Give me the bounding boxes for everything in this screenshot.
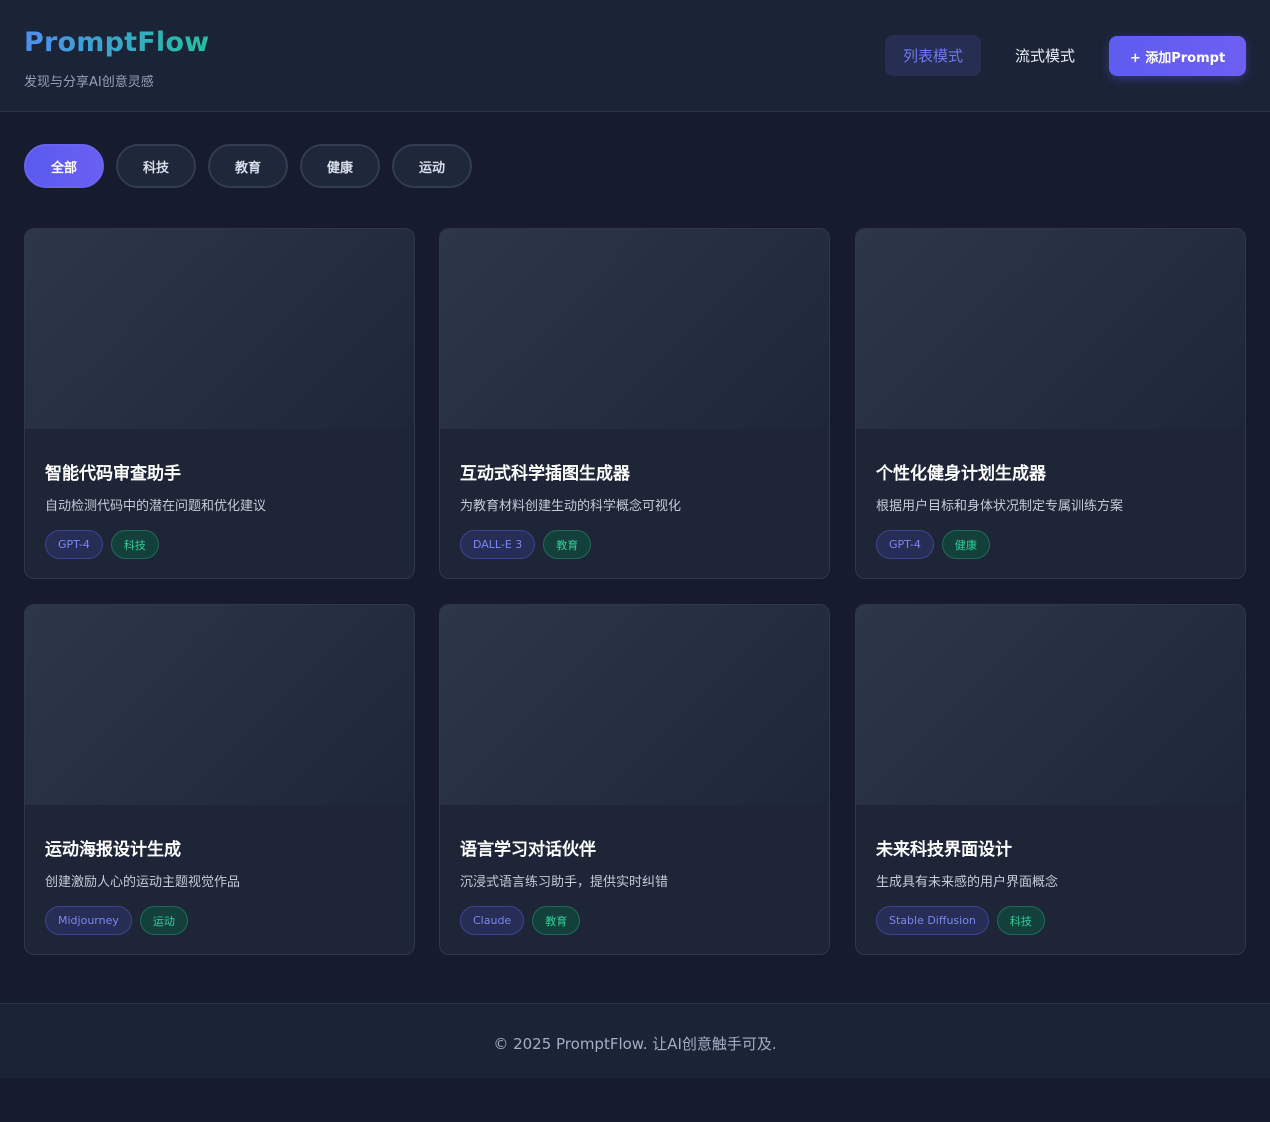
card-tags: GPT-4 科技	[45, 530, 159, 559]
card-thumbnail	[856, 605, 1245, 805]
card-tags: Stable Diffusion 科技	[876, 906, 1045, 935]
model-tag: GPT-4	[45, 530, 103, 559]
prompt-card[interactable]: 未来科技界面设计 生成具有未来感的用户界面概念 Stable Diffusion…	[855, 604, 1246, 955]
category-tag: 健康	[941, 530, 990, 559]
model-tag: Claude	[460, 906, 525, 935]
app-title[interactable]: PromptFlow	[24, 27, 209, 58]
add-prompt-button[interactable]: + 添加Prompt	[1109, 36, 1246, 76]
card-title: 智能代码审查助手	[45, 464, 181, 484]
card-thumbnail	[440, 229, 829, 429]
filter-tech[interactable]: 科技	[116, 144, 196, 188]
card-thumbnail	[25, 605, 414, 805]
filter-education[interactable]: 教育	[208, 144, 288, 188]
card-tags: GPT-4 健康	[876, 530, 990, 559]
prompt-card[interactable]: 语言学习对话伙伴 沉浸式语言练习助手，提供实时纠错 Claude 教育	[439, 604, 830, 955]
filter-sports[interactable]: 运动	[392, 144, 472, 188]
card-description: 沉浸式语言练习助手，提供实时纠错	[460, 875, 669, 890]
card-description: 为教育材料创建生动的科学概念可视化	[460, 499, 682, 514]
card-title: 个性化健身计划生成器	[876, 464, 1046, 484]
card-description: 自动检测代码中的潜在问题和优化建议	[45, 499, 267, 514]
prompt-card[interactable]: 互动式科学插图生成器 为教育材料创建生动的科学概念可视化 DALL-E 3 教育	[439, 228, 830, 579]
category-tag: 科技	[110, 530, 159, 559]
prompt-card[interactable]: 智能代码审查助手 自动检测代码中的潜在问题和优化建议 GPT-4 科技	[24, 228, 415, 579]
filter-health[interactable]: 健康	[300, 144, 380, 188]
app-header: PromptFlow 发现与分享AI创意灵感 列表模式 流式模式 + 添加Pro…	[0, 0, 1270, 112]
category-tag: 科技	[996, 906, 1045, 935]
app-subtitle: 发现与分享AI创意灵感	[24, 75, 154, 90]
card-title: 运动海报设计生成	[45, 840, 181, 860]
card-tags: Claude 教育	[460, 906, 581, 935]
category-tag: 运动	[139, 906, 188, 935]
category-tag: 教育	[532, 906, 581, 935]
model-tag: Midjourney	[45, 906, 132, 935]
model-tag: Stable Diffusion	[876, 906, 989, 935]
card-thumbnail	[25, 229, 414, 429]
card-thumbnail	[440, 605, 829, 805]
prompt-card[interactable]: 个性化健身计划生成器 根据用户目标和身体状况制定专属训练方案 GPT-4 健康	[855, 228, 1246, 579]
model-tag: DALL-E 3	[460, 530, 536, 559]
page-footer: © 2025 PromptFlow. 让AI创意触手可及.	[0, 1003, 1270, 1078]
card-description: 根据用户目标和身体状况制定专属训练方案	[876, 499, 1124, 514]
prompt-card[interactable]: 运动海报设计生成 创建激励人心的运动主题视觉作品 Midjourney 运动	[24, 604, 415, 955]
card-tags: DALL-E 3 教育	[460, 530, 592, 559]
card-title: 未来科技界面设计	[876, 840, 1012, 860]
model-tag: GPT-4	[876, 530, 934, 559]
list-mode-button[interactable]: 列表模式	[885, 35, 981, 76]
footer-copyright: © 2025 PromptFlow. 让AI创意触手可及.	[493, 1035, 777, 1053]
flow-mode-button[interactable]: 流式模式	[997, 35, 1093, 76]
card-tags: Midjourney 运动	[45, 906, 188, 935]
category-tag: 教育	[543, 530, 592, 559]
card-description: 创建激励人心的运动主题视觉作品	[45, 875, 241, 890]
card-description: 生成具有未来感的用户界面概念	[876, 875, 1059, 890]
card-title: 语言学习对话伙伴	[460, 840, 596, 860]
filter-all[interactable]: 全部	[24, 144, 104, 188]
card-thumbnail	[856, 229, 1245, 429]
card-title: 互动式科学插图生成器	[460, 464, 630, 484]
